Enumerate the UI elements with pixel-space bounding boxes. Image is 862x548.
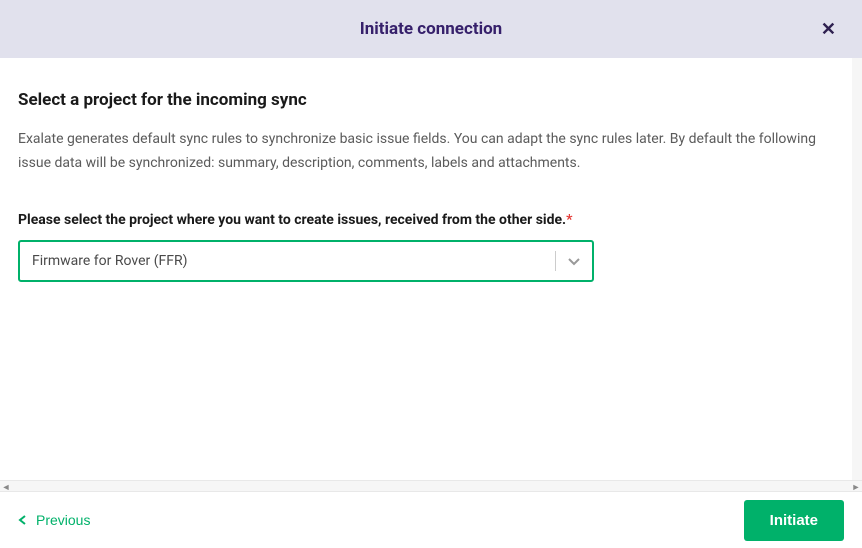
- project-select-label-text: Please select the project where you want…: [18, 212, 566, 228]
- dialog-footer: Previous Initiate: [0, 492, 862, 548]
- project-select-label: Please select the project where you want…: [18, 212, 844, 228]
- project-select-value: Firmware for Rover (FFR): [20, 253, 555, 269]
- required-marker: *: [566, 212, 572, 228]
- initiate-button[interactable]: Initiate: [744, 500, 844, 541]
- dialog-content: Select a project for the incoming sync E…: [0, 58, 862, 492]
- project-select-toggle[interactable]: [556, 253, 592, 269]
- previous-button-label: Previous: [36, 512, 90, 528]
- close-icon: ✕: [821, 19, 836, 39]
- project-select[interactable]: Firmware for Rover (FFR): [18, 240, 594, 282]
- vertical-scrollbar-track[interactable]: [852, 58, 862, 492]
- section-description: Exalate generates default sync rules to …: [18, 128, 844, 176]
- previous-button[interactable]: Previous: [18, 506, 90, 534]
- close-button[interactable]: ✕: [817, 16, 840, 42]
- chevron-left-icon: [18, 515, 28, 525]
- dialog-title: Initiate connection: [360, 19, 502, 39]
- chevron-down-icon: [566, 253, 582, 269]
- horizontal-scrollbar-track[interactable]: ◄ ►: [0, 480, 862, 492]
- dialog-header: Initiate connection ✕: [0, 0, 862, 58]
- section-title: Select a project for the incoming sync: [18, 90, 844, 110]
